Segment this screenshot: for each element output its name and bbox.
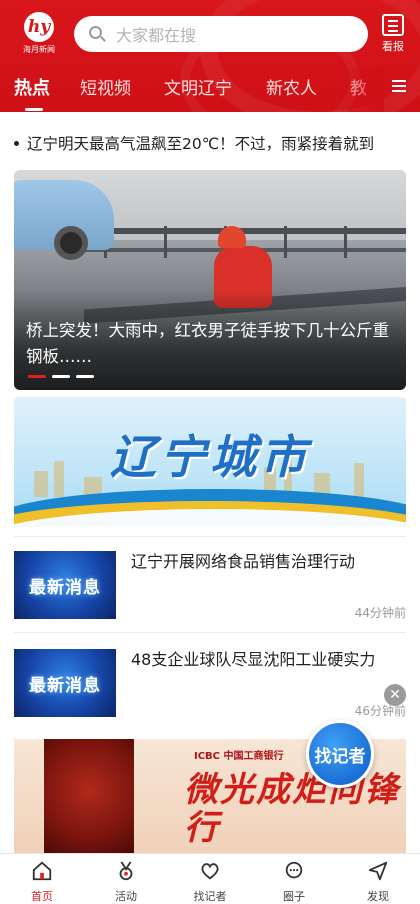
carousel-indicators: [28, 375, 108, 379]
tab-civilized-liaoning[interactable]: 文明辽宁: [164, 74, 232, 99]
bank-logo-text: ICBC 中国工商银行: [194, 751, 284, 762]
news-list-item[interactable]: 最新消息 辽宁开展网络食品销售治理行动 44分钟前: [0, 536, 420, 632]
carousel-dot: [76, 375, 94, 378]
close-icon[interactable]: ✕: [384, 684, 406, 706]
carousel-caption: 桥上突发！大雨中，红衣男子徒手按下几十公斤重钢板……: [26, 321, 389, 366]
bullet-icon: [14, 140, 19, 146]
find-reporter-label: 找记者: [314, 746, 366, 767]
news-title: 48支企业球队尽显沈阳工业硬实力: [131, 650, 376, 669]
logo-text: 海月新闻: [23, 45, 55, 54]
e-paper-label: 看报: [382, 40, 404, 53]
carousel-dot-active: [28, 375, 46, 378]
heart-icon: [201, 863, 219, 880]
divider: [14, 632, 406, 633]
headline-ticker[interactable]: 辽宁明天最高气温飙至20℃！不过，雨紧接着就到: [14, 132, 414, 158]
nav-discover[interactable]: 发现: [348, 860, 408, 904]
nav-find-reporter[interactable]: 找记者: [180, 860, 240, 904]
nav-label: 活动: [115, 890, 137, 903]
promo-title: 微光成炬向锋行: [184, 770, 400, 848]
tabs-fade-overlay: [340, 68, 384, 112]
featured-carousel[interactable]: 桥上突发！大雨中，红衣男子徒手按下几十公斤重钢板……: [14, 170, 406, 390]
banner-title: 辽宁城市: [110, 430, 310, 484]
tab-hot[interactable]: 热点: [14, 74, 50, 100]
home-icon: [32, 861, 52, 881]
e-paper-button[interactable]: 看报: [378, 14, 408, 56]
category-tabs: 热点 短视频 文明辽宁 新农人 教: [0, 68, 420, 112]
app-logo[interactable]: hy 海月新闻: [18, 12, 58, 56]
logo-mark-icon: hy: [24, 12, 54, 42]
search-icon: [88, 25, 106, 43]
nav-label: 圈子: [283, 890, 305, 903]
ticker-text: 辽宁明天最高气温飙至20℃！不过，雨紧接着就到: [27, 135, 375, 153]
menu-icon[interactable]: [392, 78, 408, 94]
news-thumbnail-text: 最新消息: [29, 675, 101, 696]
nav-circles[interactable]: 圈子: [264, 860, 324, 904]
nav-label: 发现: [367, 890, 389, 903]
news-thumbnail: 最新消息: [14, 649, 116, 717]
news-thumbnail-text: 最新消息: [29, 577, 101, 598]
liaoning-cities-banner[interactable]: 辽宁城市: [14, 397, 406, 527]
nav-label: 找记者: [193, 890, 227, 903]
search-bar[interactable]: 大家都在搜: [74, 16, 368, 52]
tab-short-video[interactable]: 短视频: [80, 74, 131, 99]
nav-activities[interactable]: 活动: [96, 860, 156, 904]
promo-portrait-image: [44, 739, 134, 853]
paper-plane-icon: [368, 861, 388, 881]
medal-icon: [119, 861, 133, 881]
news-title: 辽宁开展网络食品销售治理行动: [131, 552, 356, 571]
search-placeholder: 大家都在搜: [116, 26, 197, 45]
newspaper-icon: [382, 14, 404, 36]
news-list-item[interactable]: 最新消息 48支企业球队尽显沈阳工业硬实力 46分钟前: [0, 634, 420, 730]
news-thumbnail: 最新消息: [14, 551, 116, 619]
carousel-dot: [52, 375, 70, 378]
bottom-navigation: 首页 活动 找记者 圈子 发现: [0, 853, 420, 903]
find-reporter-fab[interactable]: 找记者: [306, 720, 374, 788]
news-timestamp: 44分钟前: [354, 606, 406, 620]
nav-home[interactable]: 首页: [12, 860, 72, 904]
chat-bubble-icon: [285, 861, 303, 879]
active-tab-indicator: [25, 108, 43, 111]
nav-label: 首页: [31, 890, 53, 903]
app-header: hy 海月新闻 大家都在搜 看报 热点 短视频 文明辽宁 新农人 教: [0, 0, 420, 112]
tab-new-farmers[interactable]: 新农人: [266, 74, 317, 99]
